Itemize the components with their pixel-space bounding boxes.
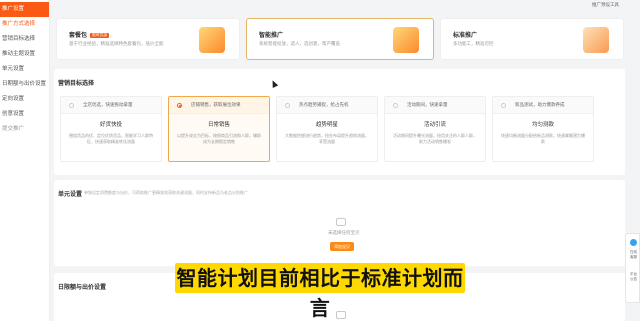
goal-desc: 以提升成交为目标，按照商品引流和人群，辅助成为长期稳定销售 — [177, 133, 261, 144]
goal-name: 活动引流 — [423, 122, 446, 128]
goal-name: 均匀测款 — [531, 122, 554, 128]
goal-desc: 大数据挖掘流行趋势，抢先布局提升趋势流量，享受流量 — [285, 133, 369, 144]
marketing-goal-section: 营销目标选择 全店优选，快速拖动拿量 好货快投 围绕货品的优、定位优质货品，智能… — [54, 69, 625, 175]
float-panel-text-4: 公告 — [630, 277, 637, 281]
goal-name: 趋势明星 — [315, 122, 338, 128]
radio-button[interactable] — [285, 103, 290, 108]
sidebar-item-creative[interactable]: 创意设置 — [0, 107, 49, 122]
promo-card-desc: 系统智能投放，适人、选创意，帮产覆盖 — [259, 41, 340, 46]
sidebar-item-submit[interactable]: 提交推广 — [0, 122, 49, 137]
empty-state-text: 未选择任何宝贝 — [328, 230, 360, 235]
goal-tag: 热点趋势捕捉，抢占先机 — [299, 102, 349, 107]
chart-arrow-icon — [583, 27, 609, 53]
radio-button[interactable] — [393, 103, 398, 108]
promo-card-package[interactable]: 套餐包 限时优惠 基于行业经验，精准选择特色套餐包，低价全能 — [56, 18, 240, 60]
chat-icon[interactable] — [630, 239, 637, 246]
promo-card-smart[interactable]: 智能推广 系统智能投放，适人、选创意，帮产覆盖 — [246, 18, 434, 60]
empty-box-icon — [336, 311, 346, 319]
video-subtitle: 智能计划目前相比于标准计划而言 — [175, 263, 465, 320]
promo-card-desc: 基于行业经验，精准选择特色套餐包，低价全能 — [69, 41, 164, 46]
section-title: 营销目标选择 — [58, 81, 95, 87]
sidebar-item-promotion-method[interactable]: 推广方式选择 — [0, 17, 49, 32]
goal-tag: 活动期间，快速拿量 — [407, 102, 448, 107]
goal-tag: 全店优选，快速拖动拿量 — [83, 102, 133, 107]
sidebar-item-budget-bid[interactable]: 日期额与出价设置 — [0, 77, 49, 92]
radio-button[interactable] — [69, 103, 74, 108]
promo-card-title: 标准推广 — [453, 33, 478, 39]
goal-name: 日常销售 — [207, 122, 230, 128]
goal-card-daily-sales[interactable]: 店铺销售，获取展位效果 日常销售 以提升成交为目标，按照商品引流和人群，辅助成为… — [168, 96, 270, 162]
add-item-button[interactable]: 添加宝贝 — [330, 242, 354, 251]
goal-card-event-traffic[interactable]: 活动期间，快速拿量 活动引流 活动期间提升曝光流量，抢用关注的人群人群，助力活动… — [384, 96, 486, 162]
promo-card-standard[interactable]: 标准推广 多功能工，精准可控 — [440, 18, 624, 60]
goal-desc: 围绕货品的优、定位优质货品，智能学习人群特征，快速获取精准转化流量 — [69, 133, 153, 144]
section-title: 日限额与出价设置 — [58, 285, 107, 291]
goal-name: 好货快投 — [99, 122, 122, 128]
float-panel-text-3: 平台 — [630, 272, 637, 276]
radio-button[interactable] — [177, 103, 182, 108]
sidebar-item-theme-settings[interactable]: 推动主题设置 — [0, 47, 49, 62]
goal-tag: 新品测试，助力爆款养成 — [515, 102, 565, 107]
sidebar-item-promotion-settings[interactable]: 推广设置 — [0, 2, 49, 17]
goal-desc: 快速均衡流量分配给新品测款，快速掌握潜力爆款 — [501, 133, 585, 144]
sidebar-item-unit-settings[interactable]: 单元设置 — [0, 62, 49, 77]
goal-desc: 活动期间提升曝光流量，抢用关注的人群人群，助力活动销售爆发 — [393, 133, 477, 144]
promo-card-desc: 多功能工，精准可控 — [453, 41, 494, 46]
floating-help-panel[interactable]: 在线 客服 平台 公告 — [625, 233, 640, 303]
unit-settings-section: 单元设置 单独设定消费额度与出价，可帮助推广更精准地获取关键流量，同时支持新品与… — [54, 180, 625, 266]
preset-tool-link[interactable]: 推广预设工具 — [592, 2, 619, 8]
goal-card-balanced-test[interactable]: 新品测试，助力爆款养成 均匀测款 快速均衡流量分配给新品测款，快速掌握潜力爆款 — [492, 96, 594, 162]
sidebar-item-targeting[interactable]: 定向设置 — [0, 92, 49, 107]
gift-box-icon — [199, 27, 225, 53]
float-panel-text-2: 客服 — [630, 255, 637, 259]
promo-card-title: 套餐包 限时优惠 — [69, 32, 110, 39]
radio-button[interactable] — [501, 103, 506, 108]
promo-card-title: 智能推广 — [259, 33, 284, 39]
sidebar-item-marketing-goal[interactable]: 营销目标选择 — [0, 32, 49, 47]
sidebar: 推广设置 推广方式选择 营销目标选择 推动主题设置 单元设置 日期额与出价设置 … — [0, 0, 50, 321]
float-panel-text-1: 在线 — [630, 250, 637, 254]
smart-cube-icon — [393, 27, 419, 53]
goal-card-good-goods[interactable]: 全店优选，快速拖动拿量 好货快投 围绕货品的优、定位优质货品，智能学习人群特征，… — [60, 96, 162, 162]
empty-box-icon — [336, 218, 346, 226]
unit-hint: 单独设定消费额度与出价，可帮助推广更精准地获取关键流量，同时支持新品与老品分别推… — [84, 190, 248, 195]
section-title: 单元设置 — [58, 192, 83, 198]
goal-tag: 店铺销售，获取展位效果 — [191, 102, 241, 107]
limited-offer-badge: 限时优惠 — [90, 32, 110, 38]
goal-card-trend-star[interactable]: 热点趋势捕捉，抢占先机 趋势明星 大数据挖掘流行趋势，抢先布局提升趋势流量，享受… — [276, 96, 378, 162]
